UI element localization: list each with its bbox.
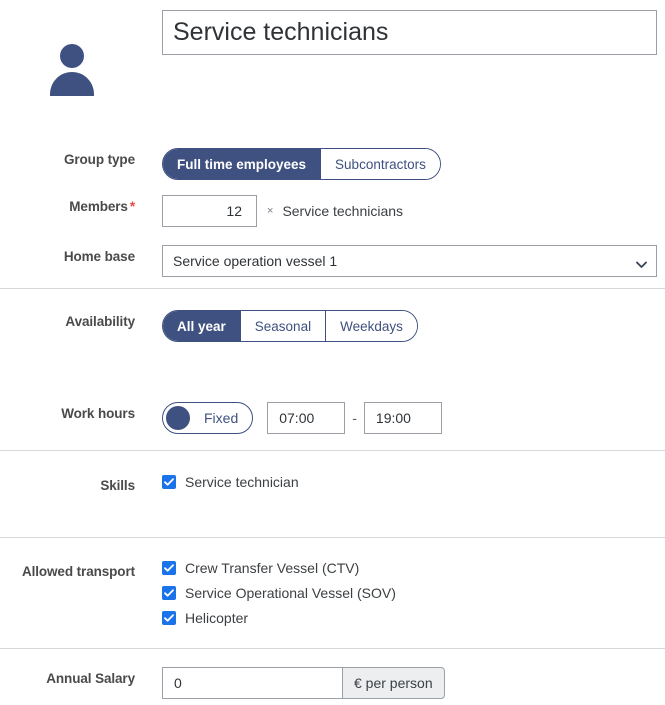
availability-option-all-year[interactable]: All year [163, 311, 241, 341]
work-hours-start-input[interactable] [267, 402, 346, 434]
allowed-transport-field: Crew Transfer Vessel (CTV) Service Opera… [162, 560, 396, 626]
annual-salary-currency-addon: € per person [342, 667, 445, 699]
skills-checkbox-list: Service technician [162, 474, 299, 490]
skills-row: Skills Service technician [0, 474, 665, 493]
availability-label-text: Availability [65, 314, 135, 329]
members-label: Members * [0, 195, 135, 214]
home-base-label-text: Home base [63, 249, 135, 264]
checkbox-checked-icon[interactable] [162, 611, 176, 625]
annual-salary-field: € per person [162, 667, 445, 699]
members-label-text: Members [69, 199, 128, 214]
skills-label: Skills [0, 474, 135, 493]
multiply-icon: × [267, 205, 274, 217]
work-hours-label: Work hours [0, 402, 135, 421]
annual-salary-input[interactable] [162, 667, 342, 699]
group-type-option-subcontractors[interactable]: Subcontractors [321, 149, 440, 179]
home-base-field: Service operation vessel 1 [162, 245, 657, 277]
divider-3 [0, 537, 665, 538]
checkbox-checked-icon[interactable] [162, 561, 176, 575]
home-base-select-wrap: Service operation vessel 1 [162, 245, 657, 277]
skills-field: Service technician [162, 474, 299, 490]
members-input[interactable] [162, 195, 257, 227]
skills-checkbox-label: Service technician [185, 474, 299, 490]
divider-1 [0, 288, 665, 289]
allowed-transport-checkbox-list: Crew Transfer Vessel (CTV) Service Opera… [162, 560, 396, 626]
allowed-transport-checkbox-sov[interactable]: Service Operational Vessel (SOV) [162, 585, 396, 601]
allowed-transport-checkbox-helicopter[interactable]: Helicopter [162, 610, 396, 626]
work-hours-row: Work hours Fixed - [0, 402, 665, 434]
availability-field: All year Seasonal Weekdays [162, 310, 418, 342]
work-hours-label-text: Work hours [61, 406, 135, 421]
availability-label: Availability [0, 310, 135, 329]
allowed-transport-label: Allowed transport [0, 560, 135, 579]
allowed-transport-checkbox-ctv[interactable]: Crew Transfer Vessel (CTV) [162, 560, 396, 576]
members-unit-text: Service technicians [282, 203, 404, 219]
checkbox-checked-icon[interactable] [162, 475, 176, 489]
availability-option-seasonal[interactable]: Seasonal [240, 311, 327, 341]
availability-row: Availability All year Seasonal Weekdays [0, 310, 665, 342]
members-field: × Service technicians [162, 195, 403, 227]
annual-salary-row: Annual Salary € per person [0, 667, 665, 699]
members-row: Members* × Service technicians [0, 195, 665, 227]
group-type-label: Group type [0, 148, 135, 167]
annual-salary-input-group: € per person [162, 667, 445, 699]
group-type-label-text: Group type [63, 152, 135, 167]
group-editor-form: Group type Full time employees Subcontra… [0, 0, 665, 705]
work-hours-field: Fixed - [162, 402, 442, 434]
allowed-transport-checkbox-label: Crew Transfer Vessel (CTV) [185, 560, 360, 576]
home-base-select[interactable]: Service operation vessel 1 [162, 245, 657, 277]
person-icon [48, 44, 96, 96]
checkbox-checked-icon[interactable] [162, 586, 176, 600]
annual-salary-label: Annual Salary [0, 667, 135, 686]
skills-label-text: Skills [100, 478, 135, 493]
toggle-knob-icon [166, 406, 190, 430]
group-type-option-full-time[interactable]: Full time employees [163, 149, 322, 179]
allowed-transport-row: Allowed transport Crew Transfer Vessel (… [0, 560, 665, 626]
group-type-row: Group type Full time employees Subcontra… [0, 148, 665, 180]
work-hours-toggle-label: Fixed [204, 410, 239, 426]
skills-checkbox-service-technician[interactable]: Service technician [162, 474, 299, 490]
group-type-field: Full time employees Subcontractors [162, 148, 441, 180]
person-icon-head [60, 44, 84, 68]
work-hours-end-input[interactable] [363, 402, 442, 434]
divider-2 [0, 450, 665, 451]
allowed-transport-checkbox-label: Service Operational Vessel (SOV) [185, 585, 396, 601]
allowed-transport-label-text: Allowed transport [21, 564, 135, 579]
work-hours-fixed-toggle[interactable]: Fixed [162, 402, 254, 434]
availability-segmented-control[interactable]: All year Seasonal Weekdays [162, 310, 418, 342]
home-base-row: Home base Service operation vessel 1 [0, 245, 665, 277]
annual-salary-label-text: Annual Salary [46, 671, 135, 686]
home-base-label: Home base [0, 245, 135, 264]
group-type-segmented-control[interactable]: Full time employees Subcontractors [162, 148, 441, 180]
required-asterisk: * [129, 199, 135, 214]
availability-option-weekdays[interactable]: Weekdays [326, 311, 417, 341]
person-icon-body [50, 72, 94, 96]
allowed-transport-checkbox-label: Helicopter [185, 610, 249, 626]
time-range-separator: - [352, 410, 357, 426]
group-name-input[interactable] [162, 10, 657, 55]
divider-4 [0, 648, 665, 649]
